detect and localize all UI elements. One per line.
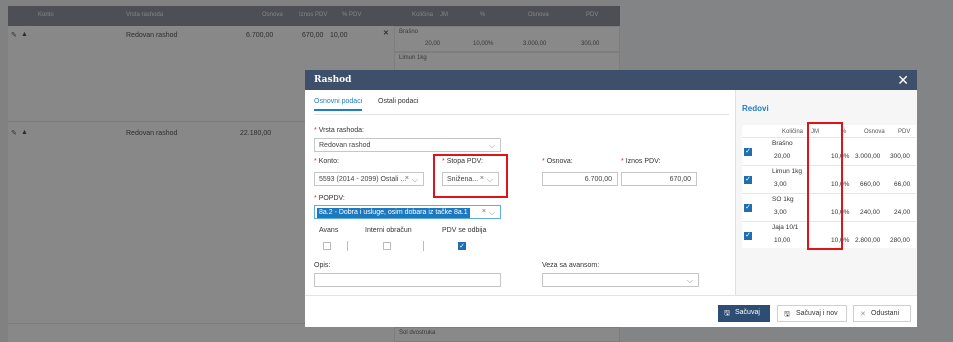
osnova-value: 6.700,00 — [584, 176, 612, 183]
row-name: Brašno — [772, 140, 793, 147]
modal-footer: 🖫 Sačuvaj 🖫 Sačuvaj i nov ✕ Odustani — [305, 295, 917, 327]
divider — [423, 241, 424, 251]
row-osnova: 3.000,00 — [855, 153, 881, 160]
osnova-label: * Osnova: — [542, 158, 573, 165]
vrsta-rashoda-label: * Vrsta rashoda: — [314, 127, 364, 134]
iznos-pdv-input[interactable]: 670,00 — [621, 172, 697, 186]
row-checkbox[interactable]: ✓ — [744, 204, 752, 212]
required-marker: * — [314, 127, 317, 134]
row-pdv: 24,00 — [894, 209, 911, 216]
cancel-button-label: Odustani — [871, 310, 900, 317]
konto-value: 5593 (2014 - 2099) Ostali ... — [319, 176, 407, 183]
highlight-box-stopa-pdv — [433, 154, 508, 198]
row-checkbox[interactable]: ✓ — [744, 232, 752, 240]
row-kolicina: 3,00 — [774, 181, 787, 188]
opis-input[interactable] — [314, 273, 501, 287]
row-name: Jaja 10/1 — [772, 224, 799, 231]
header-osnova: Osnova — [864, 129, 885, 135]
chevron-down-icon: ⌵ — [488, 208, 495, 217]
osnova-input[interactable]: 6.700,00 — [542, 172, 618, 186]
header-kolicina: Količina — [782, 129, 804, 135]
rashod-modal: Rashod ✕ Osnovni podaci Ostali podaci * … — [305, 70, 917, 327]
redovi-panel: Redovi Količina JM % Osnova PDV ✓ Brašno… — [735, 90, 917, 295]
popdv-value: 8a.2 - Dobra i usluge, osim dobara iz ta… — [317, 208, 470, 218]
required-marker: * — [314, 195, 317, 202]
vrsta-rashoda-label-text: Vrsta rashoda: — [318, 127, 364, 134]
konto-label-text: Konto: — [318, 158, 339, 165]
popdv-label-text: POPDV: — [318, 195, 345, 202]
iznos-pdv-label-text: Iznos PDV: — [625, 158, 661, 165]
tab-osnovni-podaci[interactable]: Osnovni podaci — [314, 98, 363, 111]
redovi-title: Redovi — [742, 104, 769, 113]
tab-ostali-podaci[interactable]: Ostali podaci — [378, 98, 418, 109]
konto-label: * Konto: — [314, 158, 339, 165]
row-pdv: 300,00 — [890, 153, 910, 160]
save-and-new-label: Sačuvaj i nov — [796, 310, 838, 317]
required-marker: * — [621, 158, 624, 165]
clear-icon[interactable]: × — [405, 175, 409, 182]
required-marker: * — [542, 158, 545, 165]
chevron-down-icon: ⌵ — [411, 175, 418, 184]
cancel-button[interactable]: ✕ Odustani — [853, 305, 911, 322]
row-osnova: 2.800,00 — [855, 237, 881, 244]
konto-select[interactable]: 5593 (2014 - 2099) Ostali ... × ⌵ — [314, 172, 424, 186]
iznos-pdv-label: * Iznos PDV: — [621, 158, 660, 165]
row-kolicina: 3,00 — [774, 209, 787, 216]
pdv-se-odbija-label: PDV se odbija — [442, 227, 487, 234]
chevron-down-icon: ⌵ — [488, 141, 495, 150]
opis-label: Opis: — [314, 262, 331, 269]
modal-title: Rashod — [314, 75, 352, 85]
row-osnova: 240,00 — [860, 209, 880, 216]
header-pdv: PDV — [898, 129, 911, 135]
divider — [347, 241, 348, 251]
avans-checkbox[interactable] — [323, 242, 331, 250]
osnova-label-text: Osnova: — [546, 158, 573, 165]
interni-obracun-label: Interni obračun — [365, 227, 412, 234]
vrsta-rashoda-value: Redovan rashod — [319, 142, 371, 149]
row-name: SO 1kg — [772, 196, 794, 203]
row-checkbox[interactable]: ✓ — [744, 148, 752, 156]
row-pdv: 280,00 — [890, 237, 910, 244]
vrsta-rashoda-select[interactable]: Redovan rashod ⌵ — [314, 138, 501, 152]
row-pdv: 66,00 — [894, 181, 911, 188]
save-and-new-button[interactable]: 🖫 Sačuvaj i nov — [777, 305, 847, 322]
close-icon: ✕ — [860, 311, 866, 318]
clear-icon[interactable]: × — [482, 208, 486, 215]
chevron-down-icon: ⌵ — [686, 276, 693, 285]
row-osnova: 660,00 — [860, 181, 880, 188]
row-kolicina: 10,00 — [774, 237, 791, 244]
tabs-divider — [314, 114, 729, 115]
highlight-box-pct-column — [807, 122, 843, 250]
modal-header: Rashod ✕ — [305, 70, 917, 90]
save-icon: 🖫 — [724, 310, 730, 317]
veza-avans-select[interactable]: ⌵ — [542, 273, 699, 287]
interni-obracun-checkbox[interactable] — [383, 242, 391, 250]
iznos-pdv-value: 670,00 — [669, 176, 691, 183]
veza-avans-label: Veza sa avansom: — [542, 262, 600, 269]
popdv-select[interactable]: 8a.2 - Dobra i usluge, osim dobara iz ta… — [314, 205, 501, 219]
avans-label: Avans — [319, 227, 339, 234]
save-button-label: Sačuvaj — [735, 309, 760, 316]
save-button[interactable]: 🖫 Sačuvaj — [718, 305, 770, 322]
row-checkbox[interactable]: ✓ — [744, 176, 752, 184]
save-icon: 🖫 — [784, 311, 790, 318]
pdv-se-odbija-checkbox[interactable]: ✓ — [458, 242, 466, 250]
close-icon[interactable]: ✕ — [897, 72, 909, 89]
popdv-label: * POPDV: — [314, 195, 345, 202]
required-marker: * — [314, 158, 317, 165]
row-kolicina: 20,00 — [774, 153, 791, 160]
row-name: Limun 1kg — [772, 168, 802, 175]
